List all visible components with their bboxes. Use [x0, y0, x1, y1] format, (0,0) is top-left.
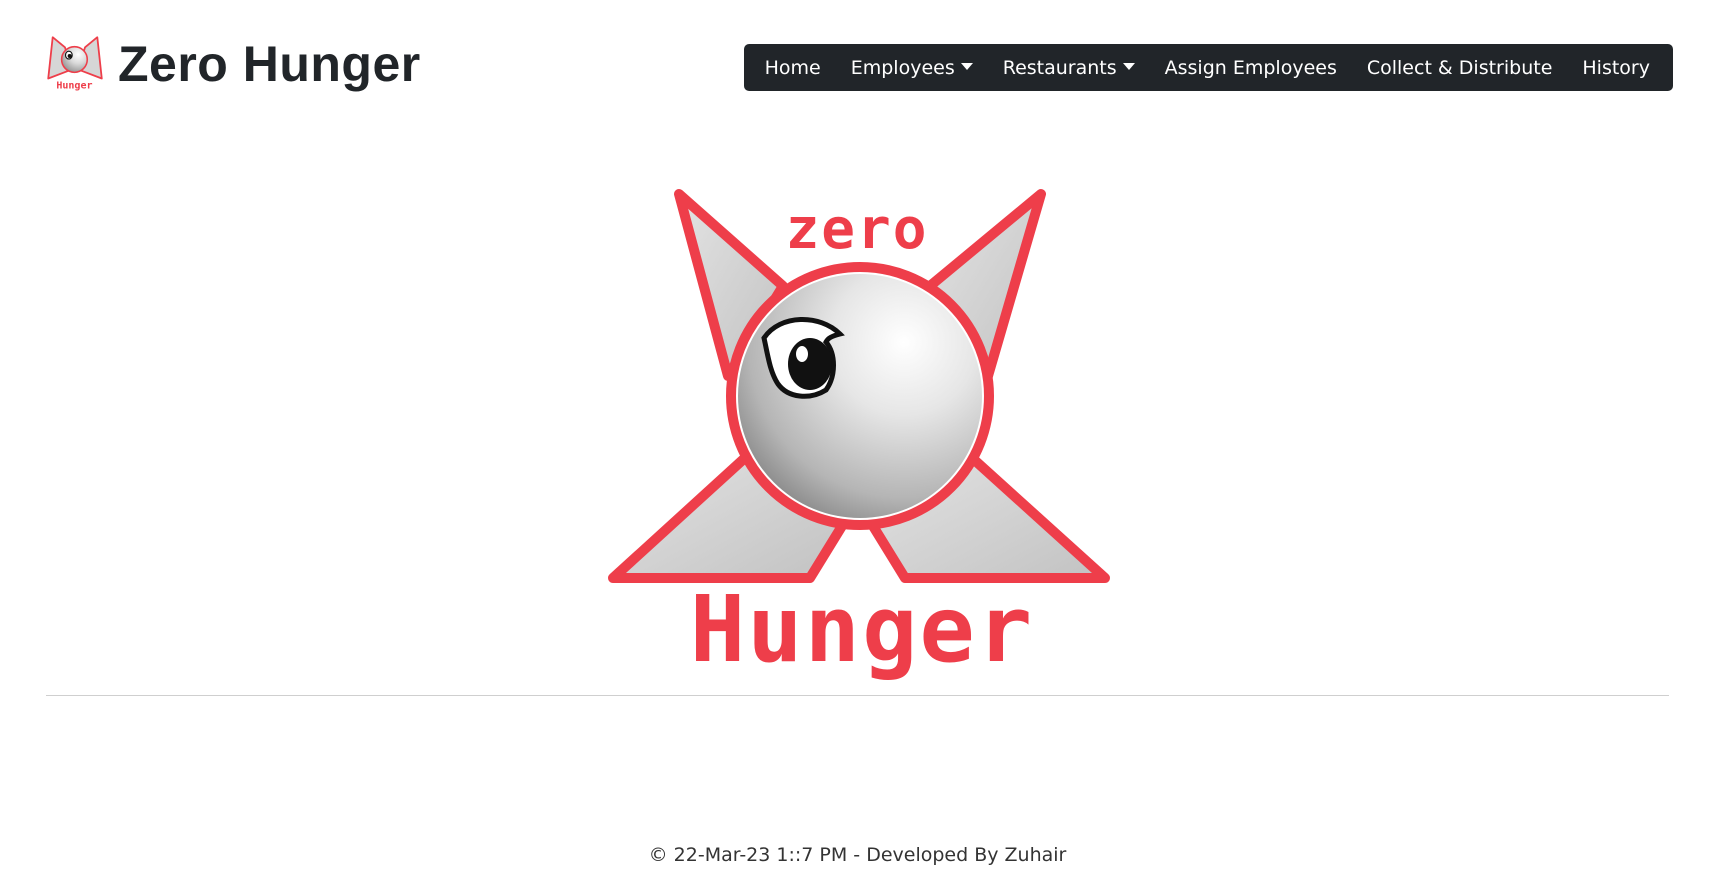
- nav-assign-employees[interactable]: Assign Employees: [1150, 44, 1352, 91]
- svg-text:Hunger: Hunger: [56, 81, 92, 92]
- nav-employees-dropdown[interactable]: Employees: [836, 44, 988, 91]
- header: Hunger Zero Hunger Home Employees Restau…: [46, 30, 1673, 110]
- nav-restaurants-dropdown[interactable]: Restaurants: [988, 44, 1150, 91]
- zero-hunger-logo-icon: zero Hunger: [608, 189, 1110, 683]
- logo-text-zero: zero: [786, 197, 929, 262]
- footer-text: © 22-Mar-23 1::7 PM - Developed By Zuhai…: [648, 844, 1067, 866]
- svg-text:Hunger: Hunger: [690, 576, 1034, 683]
- nav-home[interactable]: Home: [750, 44, 836, 91]
- brand-link[interactable]: Hunger Zero Hunger: [46, 36, 421, 92]
- logo-text-hunger: Hunger: [690, 576, 1034, 683]
- caret-down-icon: [960, 63, 973, 70]
- nav-collect-distribute[interactable]: Collect & Distribute: [1352, 44, 1568, 91]
- zero-hunger-logo-icon: Hunger: [47, 36, 103, 92]
- nav-history-label: History: [1582, 56, 1650, 79]
- nav-collect-distribute-label: Collect & Distribute: [1366, 56, 1553, 79]
- nav-restaurants-label: Restaurants: [1002, 56, 1117, 79]
- brand-title: Zero Hunger: [118, 36, 421, 92]
- nav-employees-label: Employees: [850, 56, 955, 79]
- svg-text:zero: zero: [786, 197, 929, 262]
- main-navbar: Home Employees Restaurants Assign Employ…: [743, 44, 1673, 91]
- page: Hunger Zero Hunger Home Employees Restau…: [0, 0, 1715, 893]
- hero-logo: zero Hunger: [600, 186, 1120, 686]
- divider: [46, 695, 1669, 696]
- nav-history[interactable]: History: [1567, 44, 1665, 91]
- nav-home-label: Home: [764, 56, 821, 79]
- nav-assign-employees-label: Assign Employees: [1164, 56, 1337, 79]
- caret-down-icon: [1122, 63, 1135, 70]
